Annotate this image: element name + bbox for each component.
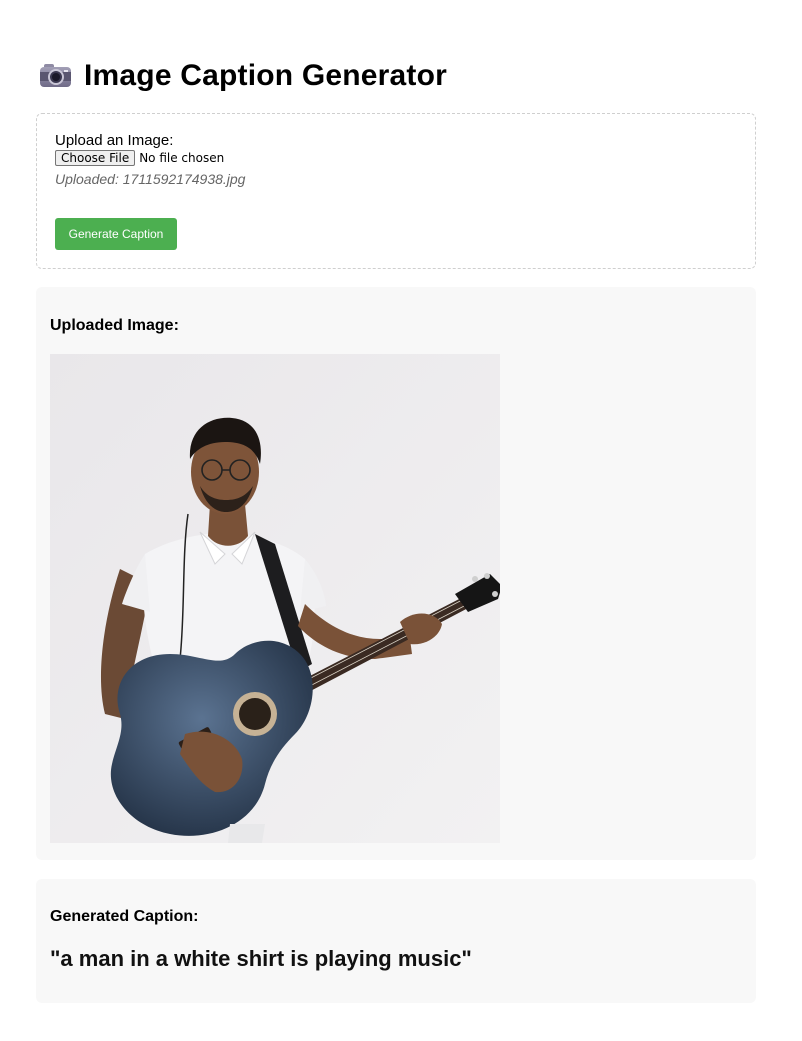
upload-label: Upload an Image: [55,132,174,149]
generated-caption-heading: Generated Caption: [50,908,199,925]
generated-caption-text: "a man in a white shirt is playing music… [50,946,472,971]
generated-caption-card: Generated Caption: "a man in a white shi… [36,879,756,1003]
uploaded-image-card: Uploaded Image: [36,287,756,860]
generate-caption-button[interactable]: Generate Caption [55,218,177,250]
page-title: Image Caption Generator [84,59,448,92]
uploaded-image-heading: Uploaded Image: [50,317,179,334]
choose-file-button[interactable]: Choose File [55,150,136,166]
uploaded-filename: Uploaded: 1711592174938.jpg [55,171,246,187]
upload-panel: Upload an Image: Choose File No file cho… [36,113,756,269]
file-status: No file chosen [139,151,225,165]
header: Image Caption Generator [40,58,447,94]
uploaded-photo [50,354,500,843]
camera-icon [40,64,72,88]
file-input[interactable]: Choose File No file chosen [55,150,224,166]
